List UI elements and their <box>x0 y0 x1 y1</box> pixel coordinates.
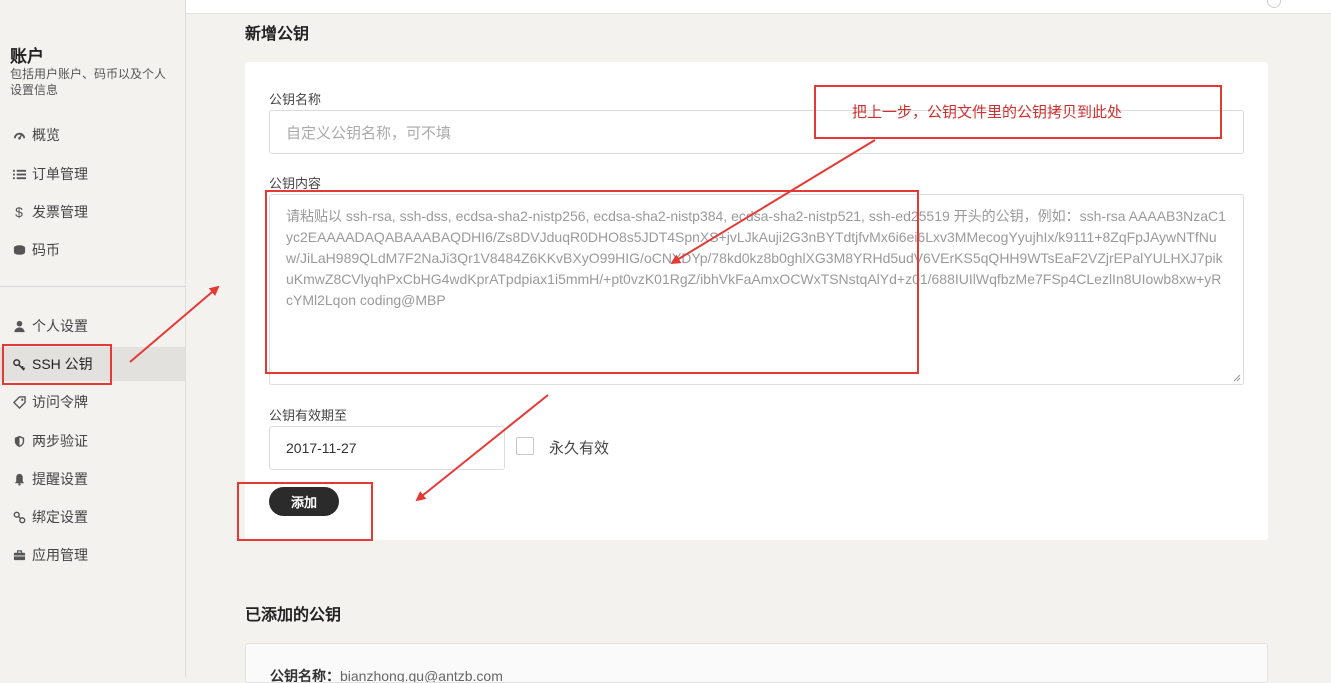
sidebar-item-overview[interactable]: 概览 <box>0 118 185 152</box>
resize-grip-icon[interactable] <box>1233 374 1241 382</box>
ssh-menu-highlight-box <box>2 344 112 385</box>
permanent-label: 永久有效 <box>549 440 610 457</box>
top-bar <box>186 0 1331 14</box>
sidebar: 账户 包括用户账户、码币以及个人设置信息 概览 订单管理 $ 发票管理 码币 个… <box>0 0 186 677</box>
sidebar-item-label: 两步验证 <box>32 433 88 449</box>
coins-icon <box>12 243 26 257</box>
added-keys-heading: 已添加的公钥 <box>245 607 342 624</box>
avatar[interactable] <box>1267 0 1281 8</box>
sidebar-item-label: 码币 <box>32 242 60 258</box>
dashboard-icon <box>12 128 26 142</box>
permanent-checkbox[interactable] <box>516 437 534 455</box>
sidebar-item-label: 绑定设置 <box>32 509 88 525</box>
sidebar-item-access-tokens[interactable]: 访问令牌 <box>0 385 185 419</box>
sidebar-divider <box>0 286 185 287</box>
added-key-name-label: 公钥名称： <box>270 668 340 683</box>
callout-text: 把上一步，公钥文件里的公钥拷贝到此处 <box>852 104 1123 121</box>
key-name-label: 公钥名称 <box>269 92 322 107</box>
sidebar-item-label: 订单管理 <box>32 166 88 182</box>
added-key-name-row: 公钥名称：bianzhong.gu@antzb.com <box>270 666 503 683</box>
add-button-highlight-box <box>237 482 373 541</box>
expiry-date-value: 2017-11-27 <box>286 440 357 456</box>
added-key-card: 公钥名称：bianzhong.gu@antzb.com <box>245 643 1268 683</box>
sidebar-item-label: 概览 <box>32 127 60 143</box>
sidebar-item-label: 访问令牌 <box>32 394 88 410</box>
briefcase-icon <box>12 548 26 562</box>
expiry-date-input[interactable]: 2017-11-27 <box>269 426 505 470</box>
sidebar-item-label: 发票管理 <box>32 204 88 220</box>
sidebar-item-two-factor[interactable]: 两步验证 <box>0 424 185 458</box>
content-highlight-box <box>265 190 919 374</box>
sidebar-item-notifications[interactable]: 提醒设置 <box>0 462 185 496</box>
sidebar-item-orders[interactable]: 订单管理 <box>0 157 185 191</box>
sidebar-item-apps[interactable]: 应用管理 <box>0 538 185 572</box>
shield-icon <box>12 434 26 448</box>
user-icon <box>12 319 26 333</box>
sidebar-item-profile[interactable]: 个人设置 <box>0 309 185 343</box>
sidebar-item-label: 个人设置 <box>32 318 88 334</box>
list-icon <box>12 167 26 181</box>
link-icon <box>12 510 26 524</box>
key-name-placeholder: 自定义公钥名称，可不填 <box>286 124 452 142</box>
sidebar-description: 包括用户账户、码币以及个人设置信息 <box>10 67 167 97</box>
expiry-label: 公钥有效期至 <box>269 408 348 423</box>
sidebar-item-invoices[interactable]: $ 发票管理 <box>0 195 185 229</box>
tag-icon <box>12 395 26 409</box>
bell-icon <box>12 472 26 486</box>
dollar-icon: $ <box>15 204 23 220</box>
sidebar-item-bindings[interactable]: 绑定设置 <box>0 500 185 534</box>
sidebar-item-coins[interactable]: 码币 <box>0 233 185 267</box>
added-key-name-value: bianzhong.gu@antzb.com <box>340 668 503 683</box>
sidebar-item-label: 应用管理 <box>32 547 88 563</box>
sidebar-title: 账户 <box>10 47 44 66</box>
add-key-heading: 新增公钥 <box>245 26 310 43</box>
sidebar-item-label: 提醒设置 <box>32 471 88 487</box>
